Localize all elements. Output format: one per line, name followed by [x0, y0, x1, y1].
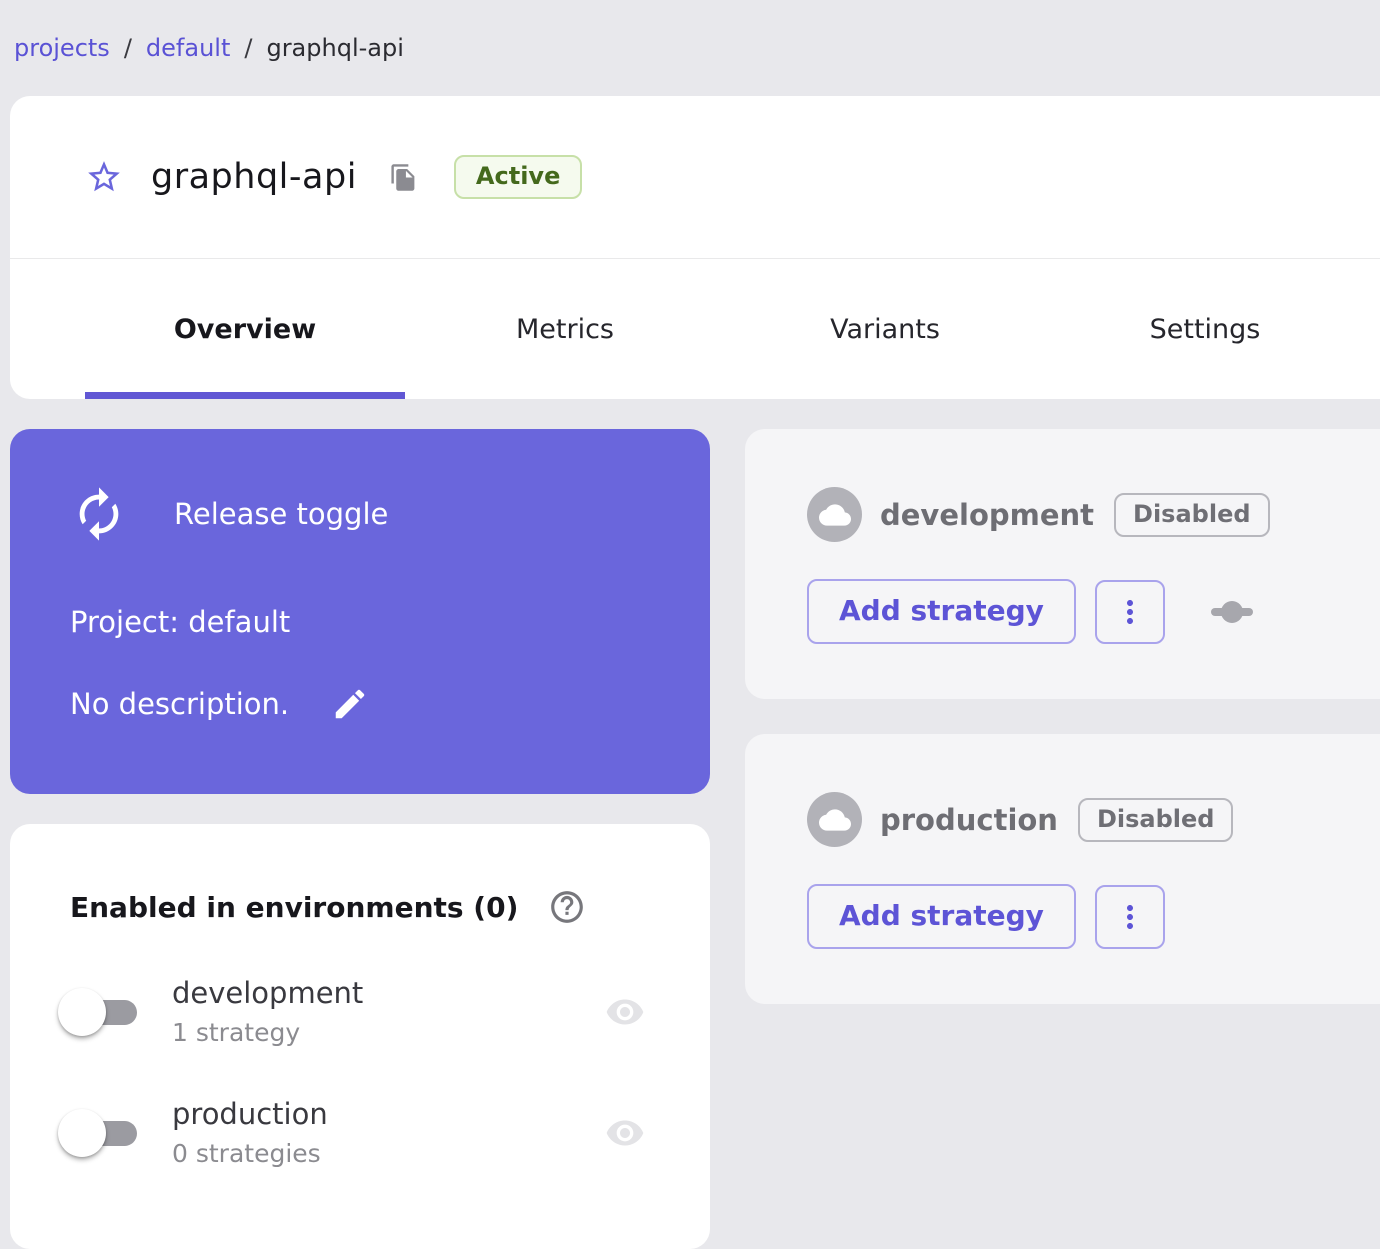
- right-column: development Disabled Add strategy produc…: [745, 429, 1380, 1249]
- add-strategy-button[interactable]: Add strategy: [807, 579, 1076, 644]
- favorite-star-icon[interactable]: [85, 158, 123, 196]
- env-card-title-row: Enabled in environments (0): [70, 888, 660, 926]
- development-toggle-switch[interactable]: [58, 986, 150, 1038]
- tab-variants[interactable]: Variants: [725, 259, 1045, 399]
- env-row-development: development 1 strategy: [58, 976, 660, 1047]
- description-row: No description.: [70, 685, 660, 723]
- kebab-menu-icon[interactable]: [1094, 579, 1165, 644]
- cloud-icon: [807, 487, 862, 542]
- env-labels: production 0 strategies: [172, 1097, 328, 1168]
- sync-icon: [70, 485, 128, 543]
- panel-env-name: development: [880, 497, 1095, 532]
- env-card-title: Enabled in environments (0): [70, 890, 519, 924]
- production-toggle-switch[interactable]: [58, 1107, 150, 1159]
- overview-content: Release toggle Project: default No descr…: [10, 429, 1380, 1249]
- breadcrumb-separator: /: [244, 34, 253, 62]
- cloud-icon: [807, 792, 862, 847]
- toggle-type-card: Release toggle Project: default No descr…: [10, 429, 710, 794]
- page-title: graphql-api: [151, 157, 357, 197]
- env-name: production: [172, 1097, 328, 1131]
- breadcrumb-link-default[interactable]: default: [146, 34, 230, 62]
- add-strategy-button[interactable]: Add strategy: [807, 884, 1076, 949]
- breadcrumb-link-projects[interactable]: projects: [14, 34, 110, 62]
- project-label: Project: default: [70, 605, 291, 639]
- breadcrumb-current: graphql-api: [266, 34, 404, 62]
- left-column: Release toggle Project: default No descr…: [10, 429, 710, 1249]
- active-tab-indicator: [85, 392, 405, 399]
- disabled-chip: Disabled: [1077, 797, 1234, 842]
- pencil-icon[interactable]: [331, 685, 369, 723]
- panel-env-name: production: [880, 802, 1058, 837]
- breadcrumb-separator: /: [123, 34, 132, 62]
- tabs: Overview Metrics Variants Settings: [10, 259, 1380, 399]
- env-strategy-count: 1 strategy: [172, 1018, 301, 1047]
- toggle-type-label: Release toggle: [174, 497, 389, 531]
- breadcrumb: projects / default / graphql-api: [0, 0, 1380, 66]
- env-row-production: production 0 strategies: [58, 1097, 660, 1168]
- eye-icon[interactable]: [600, 1113, 650, 1153]
- tab-metrics[interactable]: Metrics: [405, 259, 725, 399]
- env-labels: development 1 strategy: [172, 976, 363, 1047]
- tab-overview[interactable]: Overview: [85, 259, 405, 399]
- env-strategy-count: 0 strategies: [172, 1139, 321, 1168]
- environment-switch-slider-icon[interactable]: [1209, 599, 1255, 625]
- panel-header: development Disabled: [807, 487, 1380, 542]
- tab-settings[interactable]: Settings: [1045, 259, 1365, 399]
- environment-panel-production: production Disabled Add strategy: [745, 734, 1380, 1004]
- help-circle-icon[interactable]: [548, 888, 586, 926]
- feature-title-row: graphql-api Active: [10, 96, 1380, 258]
- enabled-environments-card: Enabled in environments (0) development …: [10, 824, 710, 1249]
- toggle-type-row: Release toggle: [70, 485, 660, 543]
- switch-thumb: [58, 1108, 106, 1157]
- env-name: development: [172, 976, 364, 1010]
- status-badge: Active: [453, 155, 583, 199]
- panel-actions: Add strategy: [807, 579, 1380, 644]
- switch-thumb: [58, 987, 106, 1036]
- panel-header: production Disabled: [807, 792, 1380, 847]
- eye-icon[interactable]: [600, 992, 650, 1032]
- copy-icon[interactable]: [389, 163, 418, 192]
- feature-header-card: graphql-api Active Overview Metrics Vari…: [10, 96, 1380, 399]
- kebab-menu-icon[interactable]: [1094, 884, 1165, 949]
- environment-panel-development: development Disabled Add strategy: [745, 429, 1380, 699]
- disabled-chip: Disabled: [1114, 492, 1270, 537]
- panel-actions: Add strategy: [807, 884, 1380, 949]
- description-text: No description.: [70, 687, 290, 721]
